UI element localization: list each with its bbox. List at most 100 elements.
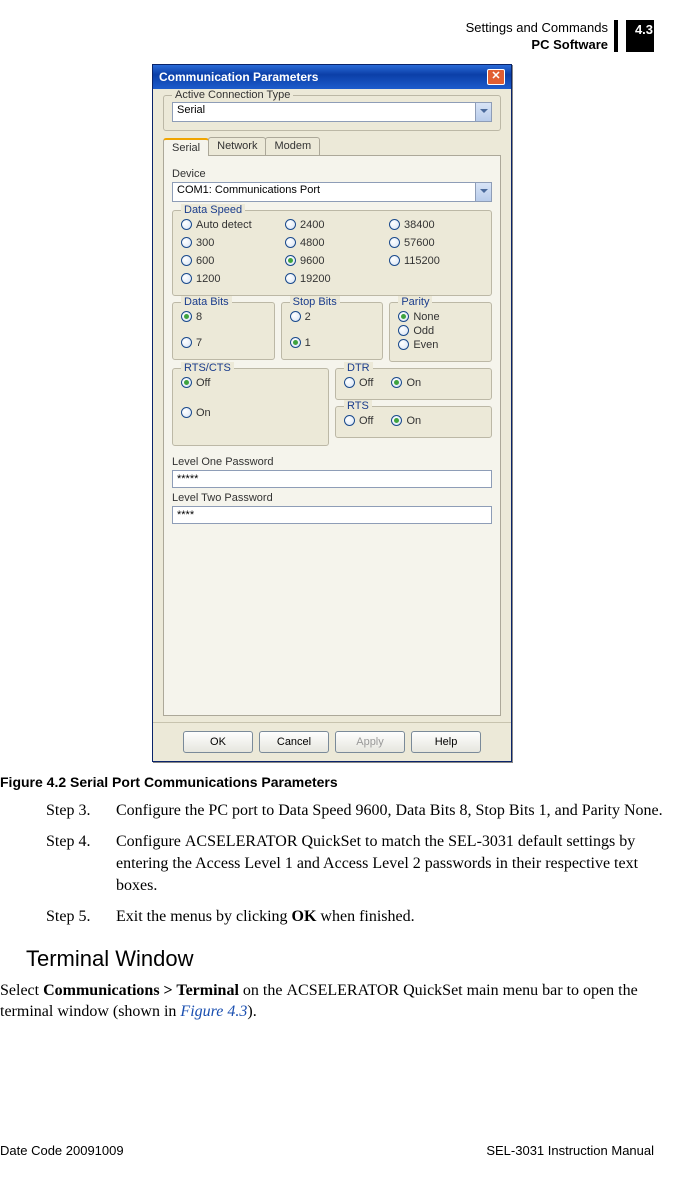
radio-rts-off[interactable]: Off [344,415,373,427]
radio-icon [389,237,400,248]
radio-data-speed-57600[interactable]: 57600 [389,237,483,249]
data-speed-title: Data Speed [181,204,245,216]
radio-icon [285,219,296,230]
radio-rtscts-off[interactable]: Off [181,377,320,389]
chevron-down-icon[interactable] [475,183,491,201]
figure-4-3-link[interactable]: Figure 4.3 [180,1003,247,1020]
dtr-title: DTR [344,362,373,374]
dialog-button-bar: OK Cancel Apply Help [153,722,511,761]
stop-bits-group: Stop Bits 21 [281,302,384,360]
help-button[interactable]: Help [411,731,481,753]
radio-rtscts-on[interactable]: On [181,407,320,419]
radio-rts-on[interactable]: On [391,415,421,427]
stop-bits-title: Stop Bits [290,296,340,308]
radio-icon [344,415,355,426]
level-two-password-label: Level Two Password [172,492,492,504]
radio-parity-odd[interactable]: Odd [398,325,483,337]
radio-parity-none[interactable]: None [398,311,483,323]
header-title: Settings and Commands [466,20,608,37]
header-divider [614,20,618,52]
cancel-button[interactable]: Cancel [259,731,329,753]
radio-icon [181,337,192,348]
dtr-group: DTR OffOn [335,368,492,400]
radio-icon [391,415,402,426]
step-4-label: Step 4. [46,831,116,896]
data-bits-group: Data Bits 87 [172,302,275,360]
connection-type-select[interactable]: Serial [172,102,492,122]
radio-icon [290,311,301,322]
radio-icon [181,255,192,266]
radio-dtr-off[interactable]: Off [344,377,373,389]
rts-title: RTS [344,400,372,412]
level-two-password-input[interactable] [172,506,492,524]
parity-group: Parity NoneOddEven [389,302,492,362]
rtscts-title: RTS/CTS [181,362,234,374]
radio-data-speed-auto-detect[interactable]: Auto detect [181,219,275,231]
radio-icon [398,325,409,336]
step-3-text: Configure the PC port to Data Speed 9600… [116,800,663,822]
tab-serial[interactable]: Serial [163,138,209,156]
data-bits-title: Data Bits [181,296,232,308]
radio-stop-bits-2[interactable]: 2 [290,311,375,323]
step-5-text: Exit the menus by clicking OK when finis… [116,906,415,928]
radio-icon [344,377,355,388]
dialog-title: Communication Parameters [159,70,318,84]
step-3-label: Step 3. [46,800,116,822]
radio-data-speed-2400[interactable]: 2400 [285,219,379,231]
radio-icon [181,407,192,418]
serial-tab-panel: Device COM1: Communications Port Data Sp… [163,156,501,716]
step-5-label: Step 5. [46,906,116,928]
radio-data-speed-9600[interactable]: 9600 [285,255,379,267]
ok-button[interactable]: OK [183,731,253,753]
radio-icon [285,273,296,284]
radio-data-bits-8[interactable]: 8 [181,311,266,323]
radio-icon [290,337,301,348]
radio-icon [181,219,192,230]
radio-data-speed-300[interactable]: 300 [181,237,275,249]
close-icon[interactable]: ✕ [487,69,505,85]
level-one-password-label: Level One Password [172,456,492,468]
page-footer: Date Code 20091009 SEL-3031 Instruction … [0,1143,654,1158]
section-heading-terminal-window: Terminal Window [26,946,664,972]
radio-data-speed-19200[interactable]: 19200 [285,273,379,285]
rts-group: RTS OffOn [335,406,492,438]
apply-button[interactable]: Apply [335,731,405,753]
page-header: Settings and Commands PC Software 4.3 [0,20,654,54]
radio-icon [181,311,192,322]
radio-data-speed-4800[interactable]: 4800 [285,237,379,249]
radio-icon [398,311,409,322]
tab-network[interactable]: Network [208,137,266,155]
device-select[interactable]: COM1: Communications Port [172,182,492,202]
radio-data-bits-7[interactable]: 7 [181,337,266,349]
rtscts-group: RTS/CTS OffOn [172,368,329,446]
chevron-down-icon[interactable] [475,103,491,121]
page-number: 4.3 [626,20,654,52]
active-connection-type-group: Active Connection Type Serial [163,95,501,131]
radio-data-speed-115200[interactable]: 115200 [389,255,483,267]
radio-parity-even[interactable]: Even [398,339,483,351]
radio-icon [181,377,192,388]
radio-icon [398,339,409,350]
radio-data-speed-38400[interactable]: 38400 [389,219,483,231]
tab-bar: Serial Network Modem [163,137,501,156]
radio-data-speed-1200[interactable]: 1200 [181,273,275,285]
tab-modem[interactable]: Modem [265,137,320,155]
figure-caption: Figure 4.2 Serial Port Communications Pa… [0,774,664,790]
header-subtitle: PC Software [466,37,608,54]
parity-title: Parity [398,296,432,308]
radio-data-speed-600[interactable]: 600 [181,255,275,267]
dialog-titlebar[interactable]: Communication Parameters ✕ [153,65,511,89]
radio-stop-bits-1[interactable]: 1 [290,337,375,349]
radio-dtr-on[interactable]: On [391,377,421,389]
device-label: Device [172,168,492,180]
level-one-password-input[interactable] [172,470,492,488]
data-speed-group: Data Speed Auto detect240038400300480057… [172,210,492,296]
radio-icon [181,273,192,284]
communication-parameters-dialog: Communication Parameters ✕ Active Connec… [152,64,512,762]
radio-icon [389,255,400,266]
radio-icon [181,237,192,248]
radio-icon [285,237,296,248]
footer-date-code: Date Code 20091009 [0,1143,124,1158]
radio-icon [389,219,400,230]
terminal-window-paragraph: Select Communications > Terminal on the … [0,980,654,1023]
